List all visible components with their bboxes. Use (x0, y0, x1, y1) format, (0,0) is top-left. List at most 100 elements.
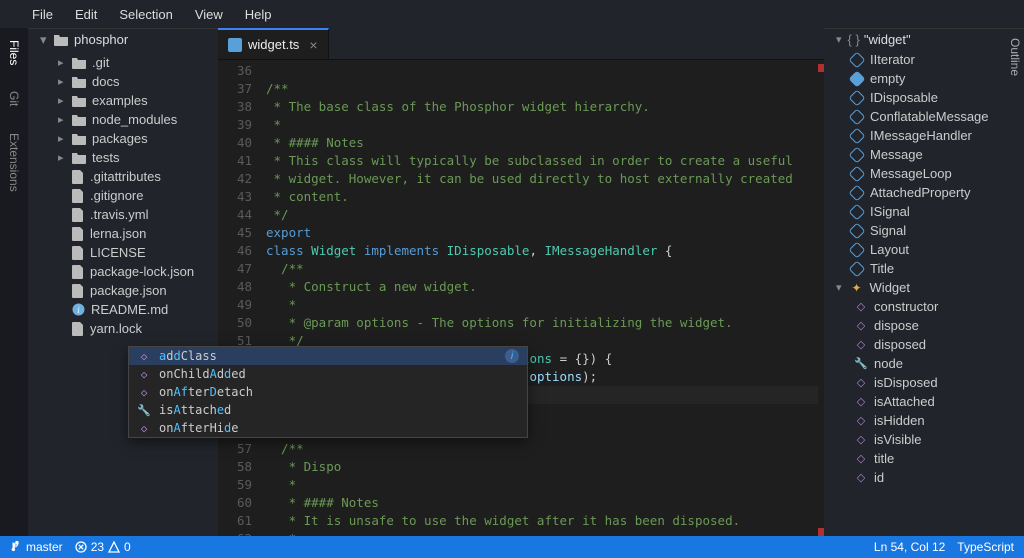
tree-item[interactable]: lerna.json (28, 224, 218, 243)
code-line[interactable]: */ (266, 206, 818, 224)
outline-item[interactable]: ConflatableMessage (824, 107, 1024, 126)
tree-item[interactable]: .gitattributes (28, 167, 218, 186)
problems-indicator[interactable]: 23 0 (75, 540, 131, 554)
outline-item[interactable]: Signal (824, 221, 1024, 240)
code-line[interactable]: * The base class of the Phosphor widget … (266, 98, 818, 116)
tree-item[interactable]: tests (28, 148, 218, 167)
outline-item[interactable]: ISignal (824, 202, 1024, 221)
outline-head[interactable]: { } "widget" (824, 28, 1024, 50)
outline-item[interactable]: Title (824, 259, 1024, 278)
tree-item[interactable]: iREADME.md (28, 300, 218, 319)
code-line[interactable]: * (266, 296, 818, 314)
code-line[interactable]: /** (266, 440, 818, 458)
code-line[interactable]: * #### Notes (266, 494, 818, 512)
code-line[interactable]: /** (266, 260, 818, 278)
code-line[interactable]: * #### Notes (266, 134, 818, 152)
outline-item[interactable]: Layout (824, 240, 1024, 259)
outline-member[interactable]: ◇isAttached (824, 392, 1024, 411)
outline-label: empty (870, 71, 905, 86)
activity-files[interactable]: Files (7, 40, 21, 65)
language-mode[interactable]: TypeScript (957, 540, 1014, 554)
code-line[interactable]: * This class will typically be subclasse… (266, 152, 818, 170)
code-line[interactable]: * @param options - The options for initi… (266, 314, 818, 332)
outline-label: IIterator (870, 52, 915, 67)
code-line[interactable]: * (266, 530, 818, 536)
outline-item[interactable]: IDisposable (824, 88, 1024, 107)
suggest-item[interactable]: ◇onChildAdded (129, 365, 527, 383)
outline-item[interactable]: IIterator (824, 50, 1024, 69)
suggest-widget[interactable]: ◇addClassi◇onChildAdded◇onAfterDetach🔧is… (128, 346, 528, 438)
interface-icon (850, 205, 864, 219)
suggest-item[interactable]: ◇onAfterDetach (129, 383, 527, 401)
tree-item[interactable]: node_modules (28, 110, 218, 129)
tab-widget-ts[interactable]: widget.ts × (218, 28, 329, 59)
explorer-root[interactable]: phosphor (28, 28, 218, 51)
outline-item[interactable]: MessageLoop (824, 164, 1024, 183)
tree-item-label: node_modules (92, 112, 177, 127)
tree-item[interactable]: .travis.yml (28, 205, 218, 224)
code-line[interactable]: class Widget implements IDisposable, IMe… (266, 242, 818, 260)
code-line[interactable]: * content. (266, 188, 818, 206)
tree-item[interactable]: packages (28, 129, 218, 148)
outline-item[interactable]: AttachedProperty (824, 183, 1024, 202)
editor-area: widget.ts × 3637383940414243444546474849… (218, 28, 824, 536)
code-line[interactable]: export (266, 224, 818, 242)
tree-item-label: package.json (90, 283, 167, 298)
suggest-item[interactable]: ◇addClassi (129, 347, 527, 365)
outline-item-widget[interactable]: ✦Widget (824, 278, 1024, 297)
suggest-item[interactable]: 🔧isAttached (129, 401, 527, 419)
code-line[interactable]: * Dispo (266, 458, 818, 476)
outline-member[interactable]: ◇dispose (824, 316, 1024, 335)
tree-item[interactable]: LICENSE (28, 243, 218, 262)
outline-member[interactable]: ◇title (824, 449, 1024, 468)
interface-icon (850, 186, 864, 200)
outline-item[interactable]: Message (824, 145, 1024, 164)
menu-view[interactable]: View (195, 7, 223, 22)
code-content[interactable]: /** * The base class of the Phosphor wid… (266, 60, 818, 536)
suggest-item[interactable]: ◇onAfterHide (129, 419, 527, 437)
info-icon[interactable]: i (505, 349, 519, 363)
menu-selection[interactable]: Selection (119, 7, 172, 22)
outline-member[interactable]: ◇disposed (824, 335, 1024, 354)
tree-item[interactable]: package.json (28, 281, 218, 300)
menu-help[interactable]: Help (245, 7, 272, 22)
code-line[interactable]: * (266, 476, 818, 494)
outline-member[interactable]: 🔧node (824, 354, 1024, 373)
tree-item-label: packages (92, 131, 148, 146)
outline-member[interactable]: ◇isDisposed (824, 373, 1024, 392)
tree-item[interactable]: .gitignore (28, 186, 218, 205)
outline-member[interactable]: ◇isHidden (824, 411, 1024, 430)
method-icon: ◇ (854, 433, 868, 447)
cursor-position[interactable]: Ln 54, Col 12 (874, 540, 945, 554)
code-line[interactable]: * widget. However, it can be used direct… (266, 170, 818, 188)
outline-member[interactable]: ◇constructor (824, 297, 1024, 316)
code-line[interactable]: * (266, 116, 818, 134)
close-icon[interactable]: × (309, 37, 317, 53)
tree-item[interactable]: docs (28, 72, 218, 91)
tree-item[interactable]: package-lock.json (28, 262, 218, 281)
code-line[interactable]: /** (266, 80, 818, 98)
code-line[interactable]: * Construct a new widget. (266, 278, 818, 296)
outline-item[interactable]: IMessageHandler (824, 126, 1024, 145)
menubar: File Edit Selection View Help (0, 0, 1024, 28)
menu-file[interactable]: File (32, 7, 53, 22)
tree-item[interactable]: yarn.lock (28, 319, 218, 338)
outline-list: IIterator empty IDisposable ConflatableMess… (824, 50, 1024, 487)
tree-item[interactable]: examples (28, 91, 218, 110)
activity-extensions[interactable]: Extensions (7, 133, 21, 192)
code-editor[interactable]: 3637383940414243444546474849505152535455… (218, 60, 824, 536)
outline-label: IDisposable (870, 90, 938, 105)
code-line[interactable]: * It is unsafe to use the widget after i… (266, 512, 818, 530)
menu-edit[interactable]: Edit (75, 7, 97, 22)
method-icon: ◇ (137, 367, 151, 381)
activity-git[interactable]: Git (7, 91, 21, 106)
branch-indicator[interactable]: master (10, 540, 63, 554)
tree-item[interactable]: .git (28, 53, 218, 72)
method-icon: ◇ (854, 376, 868, 390)
code-line[interactable] (266, 62, 818, 80)
outline-member[interactable]: ◇id (824, 468, 1024, 487)
outline-item[interactable]: empty (824, 69, 1024, 88)
suggest-label: onAfterDetach (159, 385, 253, 399)
outline-member[interactable]: ◇isVisible (824, 430, 1024, 449)
method-icon: ◇ (854, 414, 868, 428)
